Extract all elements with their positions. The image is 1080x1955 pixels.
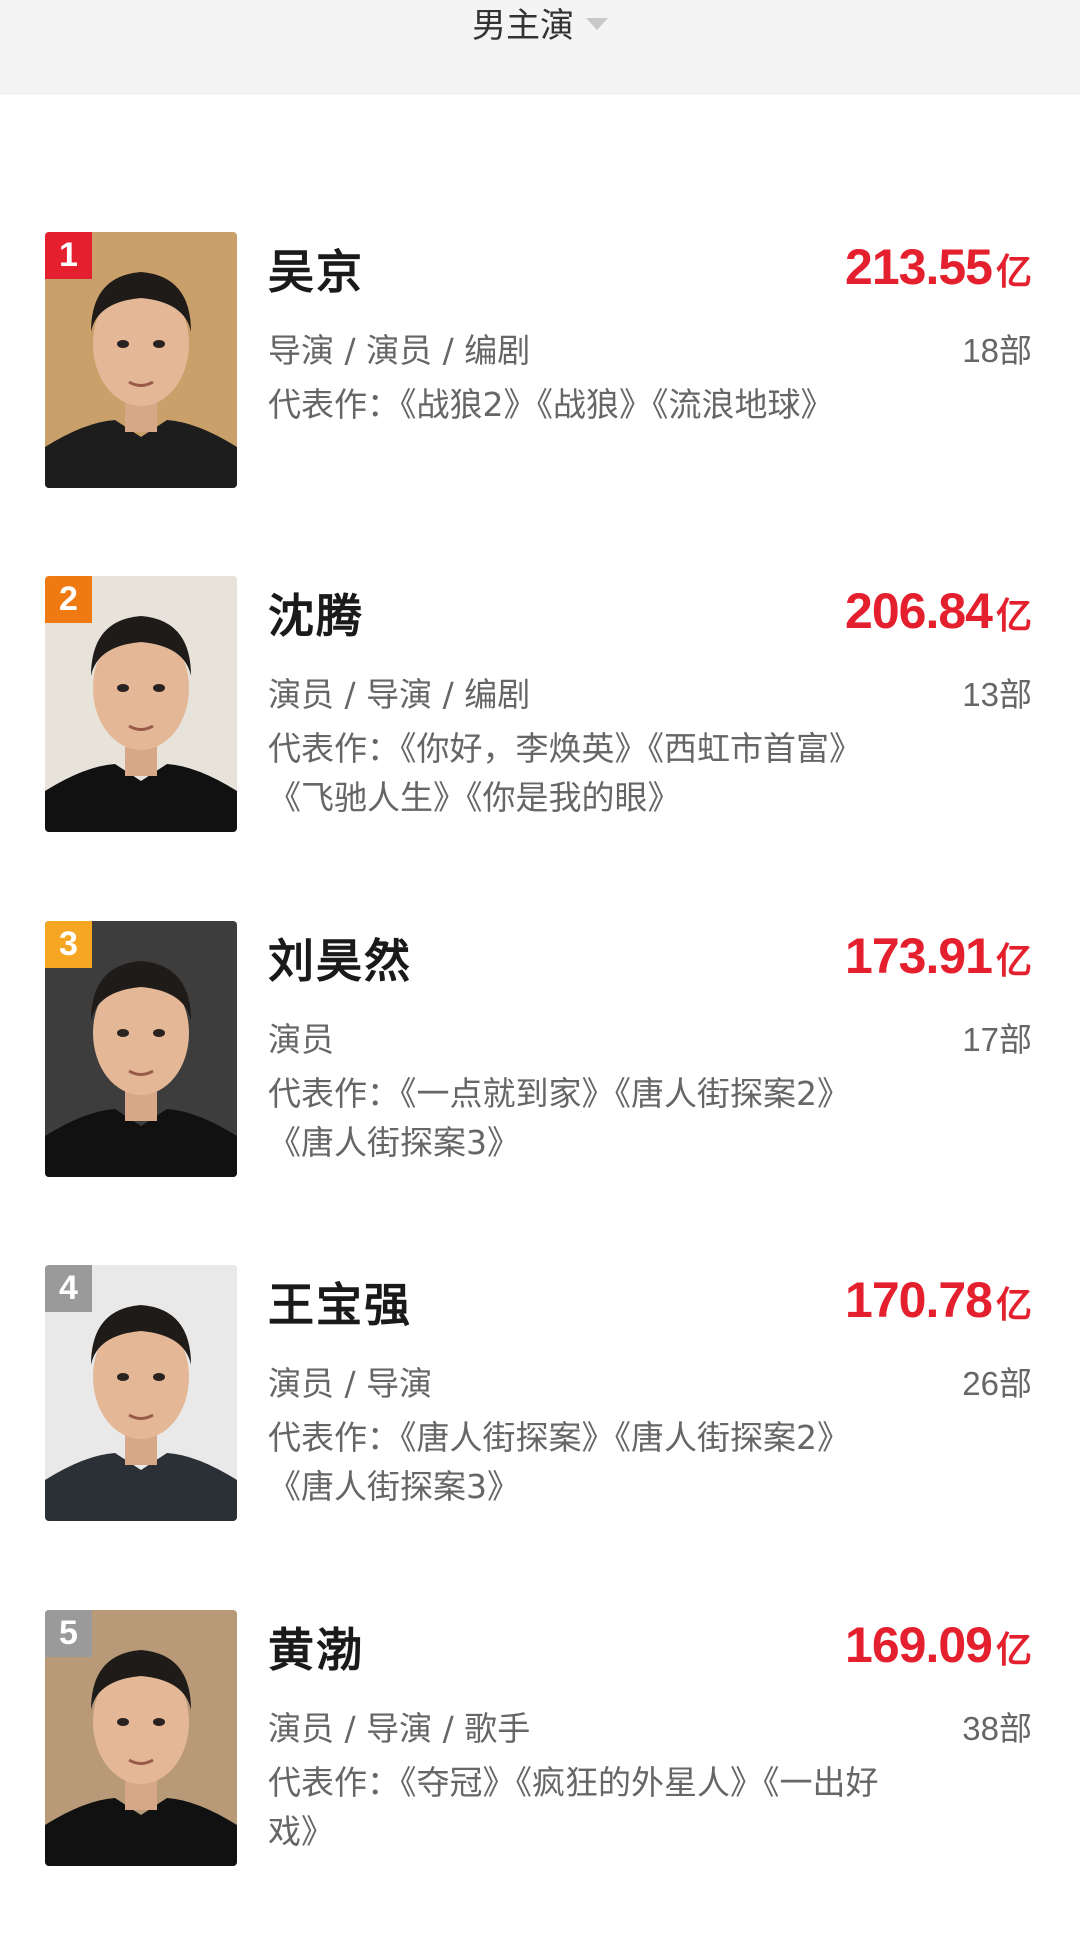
rank-badge: 1 <box>45 232 92 279</box>
representative-works: 代表作：《夺冠》《疯狂的外星人》《一出好戏》 <box>268 1763 879 1851</box>
box-office-value: 213.55 <box>845 239 993 295</box>
actor-name[interactable]: 黄渤 <box>268 1614 364 1680</box>
film-count: 18部 <box>962 332 1032 369</box>
header-bar: 男主演 <box>0 0 1080 94</box>
actor-name[interactable]: 王宝强 <box>268 1269 412 1335</box>
box-office: 213.55 亿 <box>845 238 1032 296</box>
representative-works: 代表作：《你好，李焕英》《西虹市首富》《飞驰人生》《你是我的眼》 <box>268 729 862 817</box>
actor-name[interactable]: 吴京 <box>268 236 364 302</box>
actor-roles: 演员 <box>268 1020 334 1059</box>
film-count: 38部 <box>962 1710 1032 1747</box>
rank-badge: 2 <box>45 576 92 623</box>
box-office-unit: 亿 <box>995 941 1032 982</box>
actor-list-item[interactable]: 4 王宝强 170.78 亿 演员 / 导演 26部 代表作：《唐人街探案》《唐… <box>0 1265 1080 1610</box>
actor-roles: 导演 / 演员 / 编剧 <box>268 331 531 370</box>
actor-roles: 演员 / 导演 <box>268 1364 433 1403</box>
actor-photo[interactable]: 1 <box>45 232 237 488</box>
role-filter-label: 男主演 <box>472 5 574 46</box>
actor-photo[interactable]: 4 <box>45 1265 237 1521</box>
actor-photo[interactable]: 2 <box>45 576 237 832</box>
box-office-unit: 亿 <box>995 596 1032 637</box>
actor-list-item[interactable]: 1 吴京 213.55 亿 导演 / 演员 / 编剧 18部 代表作：《战狼2》… <box>0 232 1080 577</box>
representative-works: 代表作：《唐人街探案》《唐人街探案2》《唐人街探案3》 <box>268 1418 850 1506</box>
actor-name[interactable]: 刘昊然 <box>268 925 412 991</box>
actor-list-item[interactable]: 2 沈腾 206.84 亿 演员 / 导演 / 编剧 13部 代表作：《你好，李… <box>0 576 1080 921</box>
box-office-value: 206.84 <box>845 583 993 639</box>
actor-list-item[interactable]: 3 刘昊然 173.91 亿 演员 17部 代表作：《一点就到家》《唐人街探案2… <box>0 921 1080 1266</box>
role-filter-dropdown[interactable]: 男主演 <box>472 0 608 46</box>
actor-roles: 演员 / 导演 / 歌手 <box>268 1709 531 1748</box>
rank-badge: 4 <box>45 1265 92 1312</box>
actor-list-item[interactable]: 5 黄渤 169.09 亿 演员 / 导演 / 歌手 38部 代表作：《夺冠》《… <box>0 1610 1080 1955</box>
box-office: 170.78 亿 <box>845 1271 1032 1329</box>
box-office-unit: 亿 <box>995 1285 1032 1326</box>
representative-works: 代表作：《一点就到家》《唐人街探案2》《唐人街探案3》 <box>268 1074 850 1162</box>
box-office-value: 169.09 <box>845 1617 993 1673</box>
representative-works: 代表作：《战狼2》《战狼》《流浪地球》 <box>268 385 834 424</box>
box-office-value: 170.78 <box>845 1272 993 1328</box>
actor-photo[interactable]: 5 <box>45 1610 237 1866</box>
box-office-unit: 亿 <box>995 252 1032 293</box>
box-office: 169.09 亿 <box>845 1616 1032 1674</box>
film-count: 26部 <box>962 1365 1032 1402</box>
rank-badge: 5 <box>45 1610 92 1657</box>
actor-photo[interactable]: 3 <box>45 921 237 1177</box>
actor-name[interactable]: 沈腾 <box>268 580 364 646</box>
film-count: 13部 <box>962 676 1032 713</box>
box-office: 173.91 亿 <box>845 927 1032 985</box>
actor-roles: 演员 / 导演 / 编剧 <box>268 675 531 714</box>
box-office: 206.84 亿 <box>845 582 1032 640</box>
film-count: 17部 <box>962 1021 1032 1058</box>
caret-down-icon <box>586 18 608 30</box>
box-office-value: 173.91 <box>845 928 993 984</box>
rank-badge: 3 <box>45 921 92 968</box>
box-office-unit: 亿 <box>995 1630 1032 1671</box>
